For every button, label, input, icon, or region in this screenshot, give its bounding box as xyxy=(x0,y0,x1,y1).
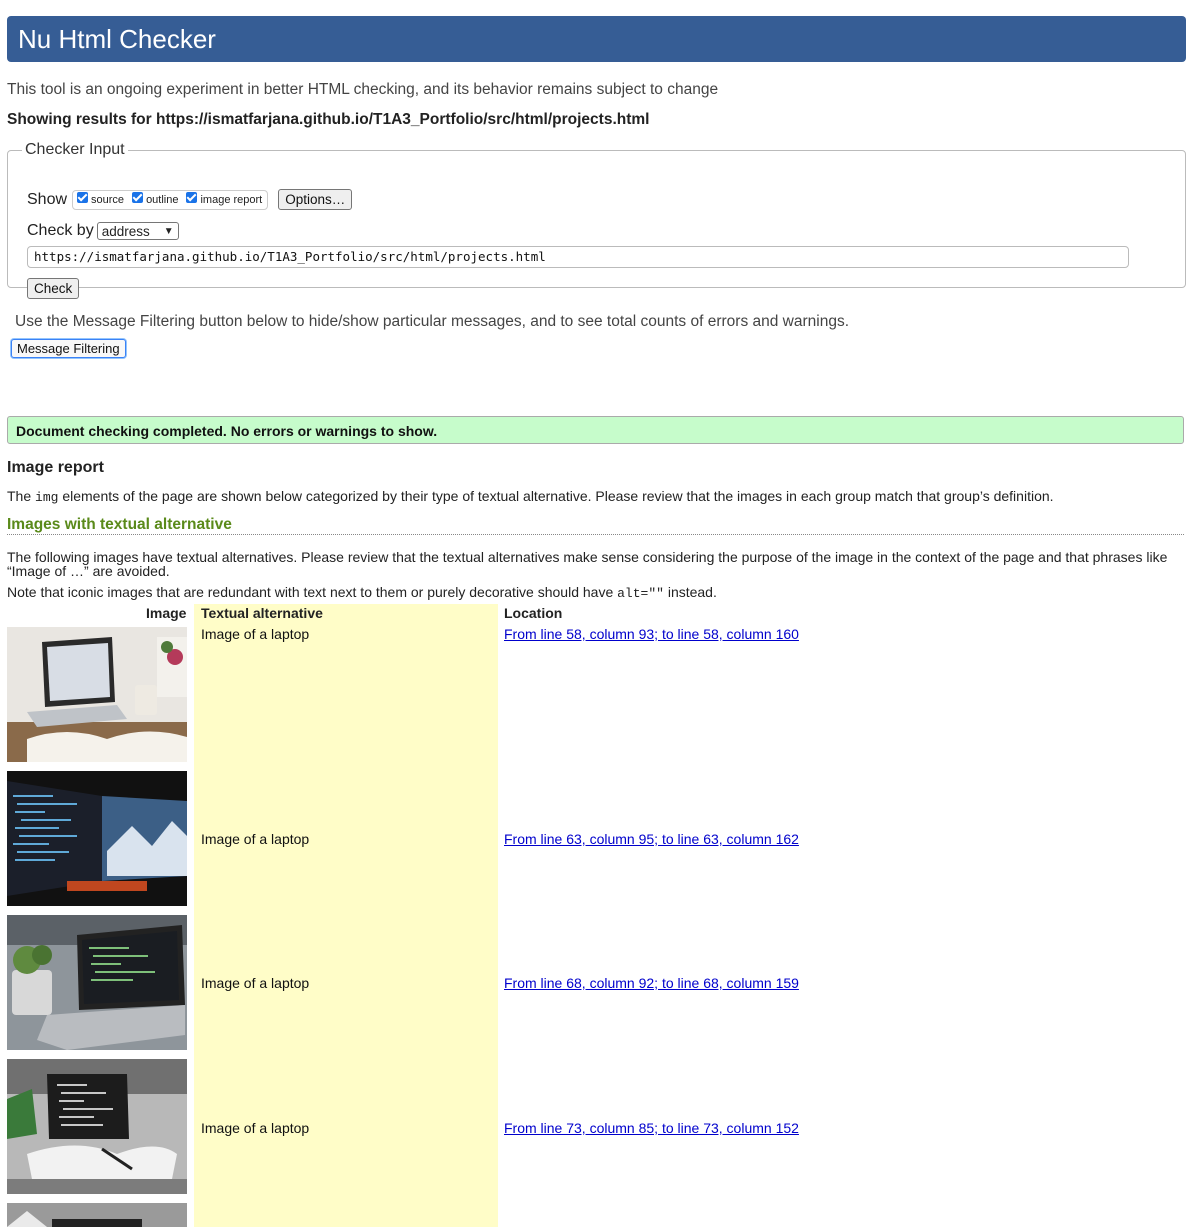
laptop-image-3 xyxy=(7,915,187,1050)
header-image: Image xyxy=(146,605,187,621)
source-checkbox[interactable] xyxy=(77,192,89,203)
outline-checkbox[interactable] xyxy=(132,192,144,203)
show-image-report-option[interactable]: image report xyxy=(186,192,263,206)
checker-input-fieldset: Checker Input Show source outline image … xyxy=(7,141,1186,299)
image-report-label: image report xyxy=(200,193,263,206)
row-3-location-link[interactable]: From line 68, column 92; to line 68, col… xyxy=(504,975,799,991)
check-button[interactable]: Check xyxy=(27,278,80,299)
image-report-title: Image report xyxy=(7,459,104,476)
show-source-option[interactable]: source xyxy=(77,192,125,206)
image-report-checkbox[interactable] xyxy=(186,192,198,203)
following-text: The following images have textual altern… xyxy=(7,549,1168,579)
check-by-select[interactable]: address ▼ xyxy=(96,222,179,240)
message-filtering-button[interactable]: Message Filtering xyxy=(11,339,126,358)
laptop-image-1 xyxy=(7,627,187,762)
row-3-alt: Image of a laptop xyxy=(201,975,310,991)
row-1-alt: Image of a laptop xyxy=(201,626,310,642)
show-label: Show xyxy=(27,190,68,208)
chevron-down-icon: ▼ xyxy=(163,225,174,237)
row-2-location-link[interactable]: From line 63, column 95; to line 63, col… xyxy=(504,831,799,847)
app-header: Nu Html Checker xyxy=(7,16,1186,62)
showing-url: https://ismatfarjana.github.io/T1A3_Port… xyxy=(156,111,650,128)
row-2-alt: Image of a laptop xyxy=(201,831,310,847)
row-1-location-link[interactable]: From line 58, column 93; to line 58, col… xyxy=(504,626,799,642)
header-location: Location xyxy=(504,605,563,621)
url-input[interactable]: https://ismatfarjana.github.io/T1A3_Port… xyxy=(27,246,1129,268)
success-message: Document checking completed. No errors o… xyxy=(7,416,1184,444)
laptop-image-4 xyxy=(7,1059,187,1194)
check-by-row: Check by address ▼ xyxy=(27,222,179,240)
options-button[interactable]: Options… xyxy=(278,189,353,210)
laptop-image-2 xyxy=(7,771,187,906)
desc-code: img xyxy=(35,490,59,505)
note-prefix: Note that iconic images that are redunda… xyxy=(7,584,614,600)
header-alt: Textual alternative xyxy=(201,605,323,621)
checker-input-legend: Checker Input xyxy=(25,141,125,158)
row-4-location-link[interactable]: From line 73, column 85; to line 73, col… xyxy=(504,1120,799,1136)
show-row: Show source outline image report Options… xyxy=(27,189,353,210)
check-by-value: address xyxy=(101,223,150,239)
desc-suffix: elements of the page are shown below cat… xyxy=(62,488,1054,504)
intro-text: This tool is an ongoing experiment in be… xyxy=(7,81,719,98)
desc-prefix: The xyxy=(7,488,32,504)
row-4-alt: Image of a laptop xyxy=(201,1120,310,1136)
laptop-image-5 xyxy=(7,1203,187,1227)
show-outline-option[interactable]: outline xyxy=(132,192,179,206)
filtering-text: Use the Message Filtering button below t… xyxy=(15,313,850,330)
source-label: source xyxy=(91,193,125,206)
note-code: alt="" xyxy=(617,586,664,601)
outline-label: outline xyxy=(146,193,179,206)
note-text: Note that iconic images that are redunda… xyxy=(7,584,717,601)
note-suffix: instead. xyxy=(667,584,717,600)
app-title: Nu Html Checker xyxy=(18,24,216,54)
image-report-description: The img elements of the page are shown b… xyxy=(7,488,1054,505)
images-with-alt-heading: Images with textual alternative xyxy=(7,516,1184,535)
showing-prefix: Showing results for xyxy=(7,111,152,128)
show-options-group: source outline image report xyxy=(72,189,269,210)
check-by-label: Check by xyxy=(27,222,94,239)
showing-results: Showing results for https://ismatfarjana… xyxy=(7,111,649,129)
